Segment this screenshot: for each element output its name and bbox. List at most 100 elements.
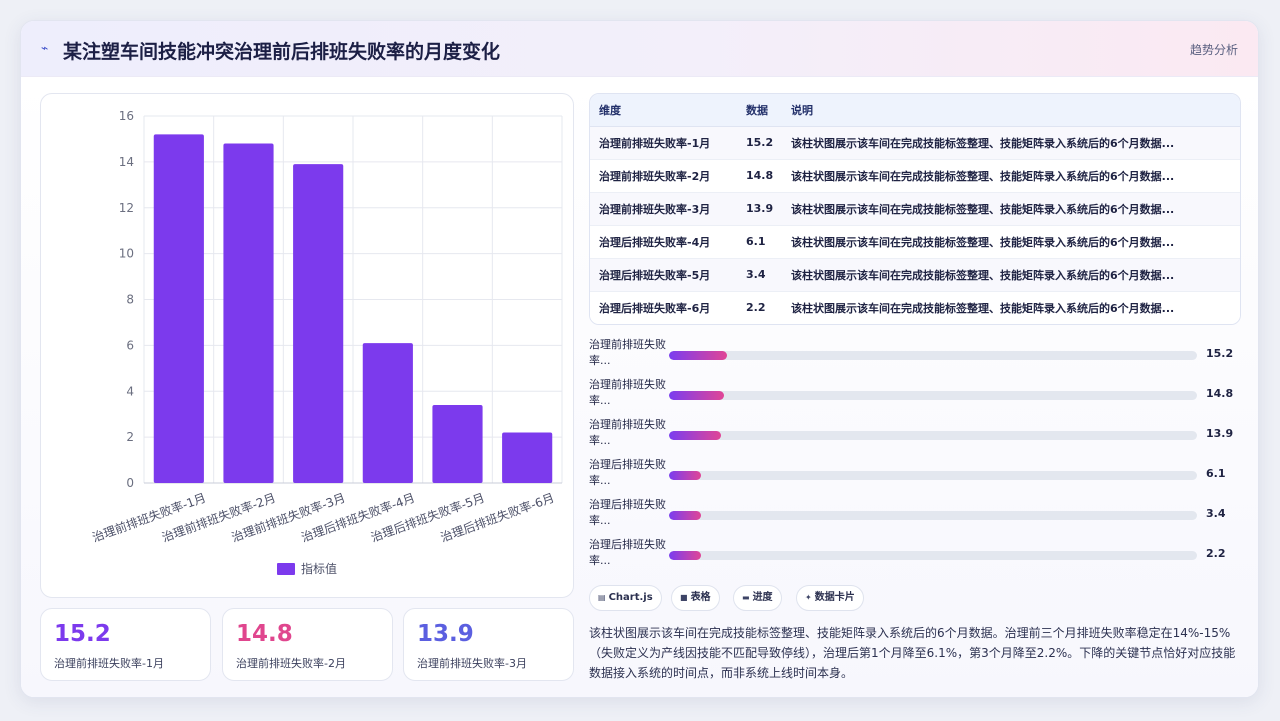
- bar: [153, 134, 204, 483]
- table-cell: 该柱状图展示该车间在完成技能标签整理、技能矩阵录入系统后的6个月数据...: [782, 225, 1240, 259]
- y-tick-label: 14: [119, 155, 134, 169]
- chip-label: 表格: [690, 592, 711, 603]
- progress-value: 15.2: [1206, 347, 1234, 360]
- table-cell: 2.2: [737, 291, 782, 324]
- y-tick-label: 4: [126, 384, 134, 398]
- x-tick-label: 治理前排班失败率-3月: [229, 490, 347, 545]
- progress-row: 治理前排班失败率... 14.8: [589, 377, 1241, 413]
- progress-track: [669, 431, 1197, 440]
- table-cell: 治理后排班失败率-6月: [590, 291, 737, 324]
- progress-fill: [669, 351, 728, 360]
- progress-label: 治理后排班失败率...: [589, 538, 666, 567]
- progress-row: 治理前排班失败率... 13.9: [589, 417, 1241, 453]
- progress-track: [669, 511, 1197, 520]
- table-cell: 治理后排班失败率-5月: [590, 258, 737, 292]
- chip-progress[interactable]: ▬ 进度: [733, 585, 782, 611]
- bar: [223, 143, 274, 483]
- table-row: 治理后排班失败率-4月 6.1 该柱状图展示该车间在完成技能标签整理、技能矩阵录…: [590, 225, 1240, 259]
- y-tick-label: 2: [126, 430, 134, 444]
- stat-label: 治理前排班失败率-1月: [54, 657, 164, 670]
- stat-card-2: 14.8 治理前排班失败率-2月: [222, 608, 393, 681]
- dashboard-card: ⌁ 某注塑车间技能冲突治理前后排班失败率的月度变化 趋势分析 0 2 4 6 8 10 12…: [20, 20, 1259, 698]
- bar: [293, 164, 344, 483]
- table-cell: 14.8: [737, 159, 782, 193]
- progress-row: 治理后排班失败率... 3.4: [589, 497, 1241, 533]
- chip-data-card[interactable]: ✦ 数据卡片: [796, 585, 864, 611]
- chip-label: 数据卡片: [814, 592, 855, 603]
- column-header: 数据: [737, 94, 782, 127]
- progress-value: 13.9: [1206, 427, 1234, 440]
- stat-value: 13.9: [417, 621, 474, 647]
- y-tick-label: 0: [126, 476, 134, 490]
- header-bar: ⌁ 某注塑车间技能冲突治理前后排班失败率的月度变化 趋势分析: [21, 21, 1258, 77]
- table-header-row: 维度 数据 说明: [590, 94, 1240, 127]
- table-cell: 该柱状图展示该车间在完成技能标签整理、技能矩阵录入系统后的6个月数据...: [782, 159, 1240, 193]
- trend-icon: ⌁: [41, 41, 49, 55]
- x-tick-label: 治理后排班失败率-6月: [438, 490, 556, 545]
- bar: [502, 432, 553, 483]
- stat-card-1: 15.2 治理前排班失败率-1月: [40, 608, 211, 681]
- chart-description: 该柱状图展示该车间在完成技能标签整理、技能矩阵录入系统后的6个月数据。治理前三个…: [589, 626, 1236, 680]
- progress-fill: [669, 511, 701, 520]
- x-tick-label: 治理后排班失败率-4月: [299, 490, 417, 545]
- chip-table[interactable]: ■ 表格: [671, 585, 720, 611]
- bar: [362, 343, 413, 483]
- bar-chart: 0 2 4 6 8 10 12 14 16 治理前排班失败率-1月治理前排班失败率-2月治理前排班…: [90, 109, 563, 576]
- y-tick-label: 6: [126, 338, 134, 352]
- legend-label: 指标值: [301, 561, 337, 576]
- progress-value: 2.2: [1206, 547, 1226, 560]
- table-cell: 治理前排班失败率-1月: [590, 126, 737, 160]
- progress-value: 14.8: [1206, 387, 1234, 400]
- progress-row: 治理后排班失败率... 2.2: [589, 537, 1241, 573]
- progress-label: 治理后排班失败率...: [589, 458, 666, 487]
- table-cell: 该柱状图展示该车间在完成技能标签整理、技能矩阵录入系统后的6个月数据...: [782, 258, 1240, 292]
- table-cell: 治理前排班失败率-2月: [590, 159, 737, 193]
- chip-label: Chart.js: [608, 592, 653, 603]
- x-tick-label: 治理前排班失败率-1月: [90, 490, 208, 545]
- stat-card-3: 13.9 治理前排班失败率-3月: [403, 608, 574, 681]
- stat-value: 14.8: [236, 621, 293, 647]
- table-row: 治理前排班失败率-1月 15.2 该柱状图展示该车间在完成技能标签整理、技能矩阵…: [590, 126, 1240, 160]
- table-cell: 该柱状图展示该车间在完成技能标签整理、技能矩阵录入系统后的6个月数据...: [782, 291, 1240, 324]
- chip-chartjs[interactable]: ▤ Chart.js: [589, 585, 662, 611]
- progress-value: 6.1: [1206, 467, 1226, 480]
- column-header: 维度: [590, 94, 737, 127]
- table-cell: 13.9: [737, 192, 782, 226]
- table-row: 治理后排班失败率-5月 3.4 该柱状图展示该车间在完成技能标签整理、技能矩阵录…: [590, 258, 1240, 292]
- table-cell: 6.1: [737, 225, 782, 259]
- analysis-tag: 趋势分析: [1189, 43, 1238, 57]
- progress-label: 治理后排班失败率...: [589, 498, 666, 527]
- chart-icon: ▤: [598, 593, 606, 602]
- column-header: 说明: [782, 94, 1240, 127]
- stat-value: 15.2: [54, 621, 111, 647]
- bar-chart-panel: 0 2 4 6 8 10 12 14 16 治理前排班失败率-1月 治理前排班失败率-2月 治理前排班…: [40, 93, 574, 598]
- progress-fill: [669, 431, 721, 440]
- progress-label: 治理前排班失败率...: [589, 338, 666, 367]
- y-tick-label: 16: [119, 109, 134, 123]
- progress-label: 治理前排班失败率...: [589, 378, 666, 407]
- progress-track: [669, 551, 1197, 560]
- table-cell: 3.4: [737, 258, 782, 292]
- progress-fill: [669, 551, 701, 560]
- chip-label: 进度: [752, 592, 773, 603]
- table-row: 治理前排班失败率-2月 14.8 该柱状图展示该车间在完成技能标签整理、技能矩阵…: [590, 159, 1240, 193]
- stat-label: 治理前排班失败率-2月: [236, 657, 346, 670]
- table-cell: 治理后排班失败率-4月: [590, 225, 737, 259]
- progress-row: 治理后排班失败率... 6.1: [589, 457, 1241, 493]
- legend-swatch: [277, 563, 295, 575]
- bar: [432, 405, 483, 483]
- progress-track: [669, 391, 1197, 400]
- card-icon: ✦: [805, 593, 812, 602]
- y-tick-label: 10: [119, 247, 134, 261]
- x-tick-label: 治理前排班失败率-2月: [160, 490, 278, 545]
- progress-label: 治理前排班失败率...: [589, 418, 666, 447]
- table-row: 治理后排班失败率-6月 2.2 该柱状图展示该车间在完成技能标签整理、技能矩阵录…: [590, 291, 1240, 324]
- table-cell: 该柱状图展示该车间在完成技能标签整理、技能矩阵录入系统后的6个月数据...: [782, 126, 1240, 160]
- table-cell: 治理前排班失败率-3月: [590, 192, 737, 226]
- progress-track: [669, 351, 1197, 360]
- progress-track: [669, 471, 1197, 480]
- x-tick-label: 治理后排班失败率-5月: [369, 490, 487, 545]
- progress-value: 3.4: [1206, 507, 1226, 520]
- progress-fill: [669, 391, 725, 400]
- progress-icon: ▬: [742, 593, 750, 602]
